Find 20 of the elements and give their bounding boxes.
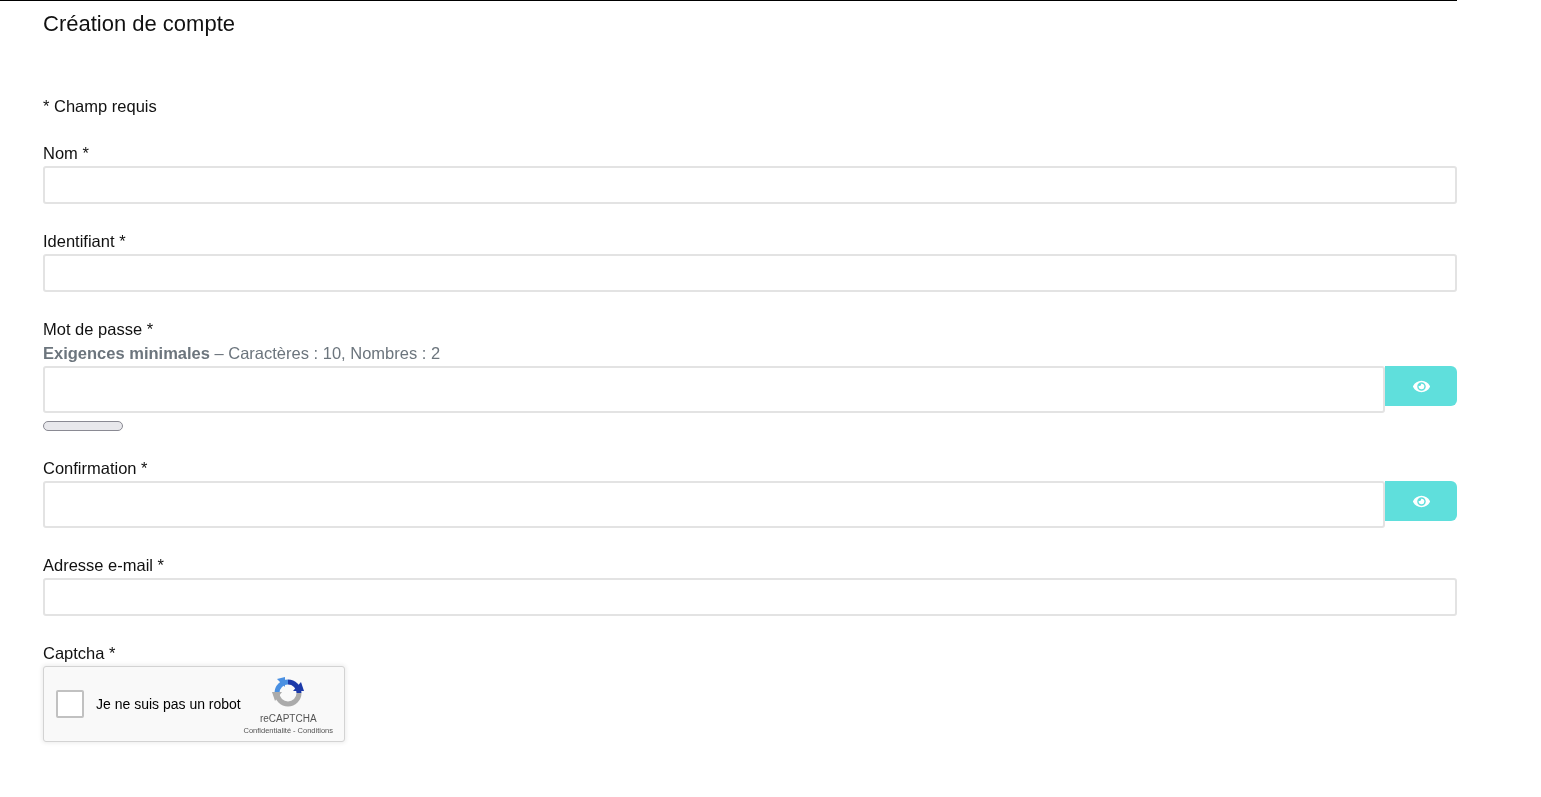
field-label: Adresse e-mail * <box>43 555 165 575</box>
password-input[interactable] <box>43 481 1385 528</box>
field-label: Identifiant * <box>43 231 126 251</box>
captcha-checkbox[interactable] <box>56 690 84 718</box>
show-password-button[interactable] <box>1385 366 1457 406</box>
page-title: Création de compte <box>43 11 235 37</box>
field-label: Confirmation * <box>43 458 148 478</box>
field-label: Nom * <box>43 143 89 163</box>
captcha-brand: reCAPTCHA <box>259 713 317 725</box>
password-requirements: Exigences minimales – Caractères : 10, Nombres : 2 <box>43 343 441 363</box>
field-label: Captcha * <box>43 643 116 663</box>
show-password-button[interactable] <box>1385 481 1457 521</box>
text-input[interactable] <box>43 578 1457 616</box>
required-note: * Champ requis <box>43 96 157 116</box>
field-label: Mot de passe * <box>43 319 154 339</box>
text-input[interactable] <box>43 254 1457 292</box>
text-input[interactable] <box>43 166 1457 204</box>
password-input[interactable] <box>43 366 1385 413</box>
captcha-label: Je ne suis pas un robot <box>96 696 241 712</box>
circular-arrows-icon <box>272 677 305 709</box>
